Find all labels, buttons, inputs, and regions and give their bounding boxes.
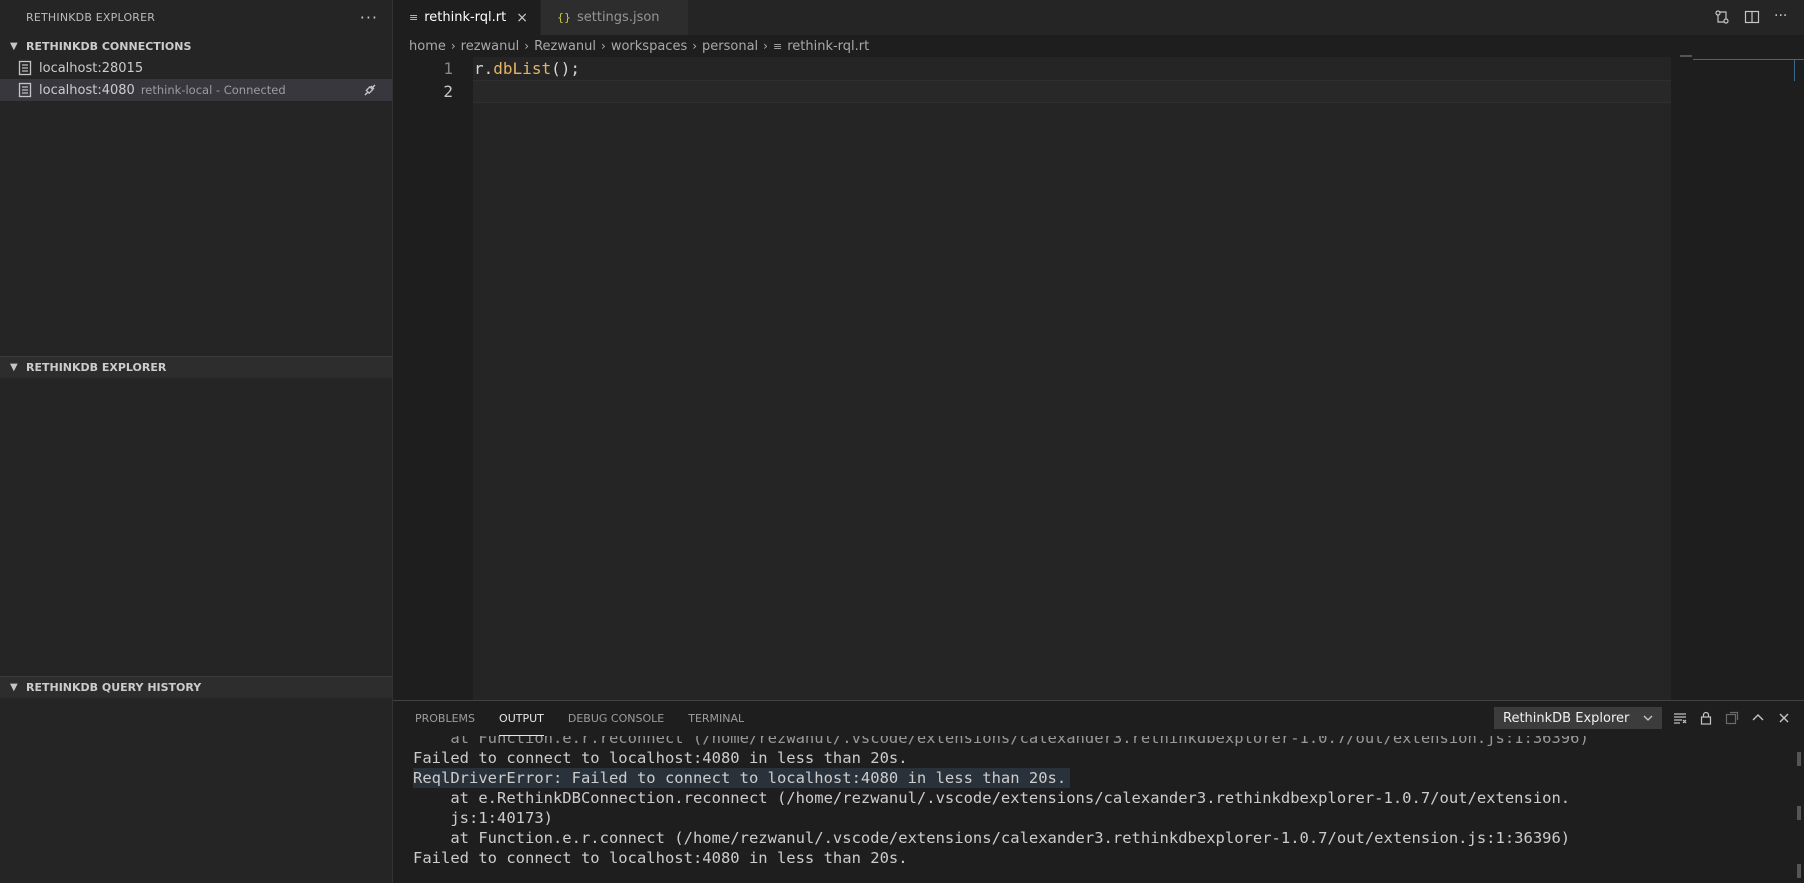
tab-label: rethink-rql.rt — [424, 10, 507, 25]
connection-label: localhost:28015 — [39, 60, 144, 76]
more-actions-icon[interactable]: ··· — [360, 8, 378, 27]
chevron-up-icon[interactable] — [1750, 710, 1766, 726]
editor-actions: ··· — [1714, 9, 1790, 25]
sidebar: RETHINKDB EXPLORER ··· ▼ RETHINKDB CONNE… — [0, 0, 393, 883]
tab-debug-console[interactable]: DEBUG CONSOLE — [568, 701, 664, 736]
chevron-right-icon: › — [692, 39, 698, 53]
tab-output[interactable]: OUTPUT — [499, 701, 544, 736]
section-explorer-header[interactable]: ▼ RETHINKDB EXPLORER — [0, 356, 392, 378]
chevron-down-icon: ▼ — [10, 40, 18, 52]
code-line[interactable]: r.dbList(); — [473, 57, 1671, 80]
server-icon — [18, 60, 32, 76]
close-icon[interactable] — [1776, 710, 1792, 726]
scrollbar-marker — [1797, 864, 1801, 878]
tab-problems[interactable]: PROBLEMS — [415, 701, 475, 736]
section-connections-header[interactable]: ▼ RETHINKDB CONNECTIONS — [0, 35, 392, 57]
code-lines[interactable]: r.dbList(); — [473, 57, 1671, 700]
json-icon: {} — [556, 11, 571, 24]
clear-output-icon[interactable] — [1672, 710, 1688, 726]
output-line: at e.RethinkDBConnection.reconnect (/hom… — [413, 789, 1571, 807]
chevron-down-icon: ▼ — [10, 682, 18, 693]
connection-label: localhost:4080 — [39, 82, 135, 98]
editor-scrollbar[interactable] — [1794, 59, 1804, 81]
code-token-dot: . — [483, 59, 494, 78]
output-line: js:1:40173) — [413, 809, 553, 827]
tab-label: settings.json — [576, 10, 660, 25]
file-icon: ≡ — [772, 39, 783, 53]
chevron-right-icon: › — [524, 39, 530, 53]
chevron-down-icon: ▼ — [10, 362, 18, 373]
editor-tabbar: ≡ rethink-rql.rt × {} settings.json ··· — [393, 0, 1804, 35]
bottom-panel: PROBLEMS OUTPUT DEBUG CONSOLE TERMINAL R… — [393, 700, 1804, 883]
line-number: 1 — [443, 59, 453, 78]
more-actions-icon[interactable]: ··· — [1774, 9, 1790, 25]
lock-icon[interactable] — [1698, 710, 1714, 726]
breadcrumb-item[interactable]: rezwanul — [461, 39, 520, 54]
line-number: 2 — [443, 82, 453, 101]
breadcrumb-item[interactable]: rethink-rql.rt — [787, 39, 869, 54]
output-line: Failed to connect to localhost:4080 in l… — [413, 749, 908, 767]
disconnect-plug-icon[interactable] — [362, 82, 378, 98]
editor-area: ≡ rethink-rql.rt × {} settings.json ··· … — [393, 0, 1804, 700]
line-number-gutter: 1 2 — [393, 57, 473, 103]
open-log-file-icon[interactable] — [1724, 710, 1740, 726]
overview-ruler — [1693, 59, 1804, 60]
split-editor-icon[interactable] — [1744, 9, 1760, 25]
scrollbar-marker — [1797, 752, 1801, 766]
section-explorer-title: RETHINKDB EXPLORER — [26, 361, 167, 374]
scrollbar-marker — [1797, 806, 1801, 820]
breadcrumb-item[interactable]: Rezwanul — [534, 39, 596, 54]
panel-actions: RethinkDB Explorer — [1494, 707, 1792, 729]
output-view[interactable]: at Function.e.r.reconnect (/home/rezwanu… — [393, 736, 1804, 883]
section-history-title: RETHINKDB QUERY HISTORY — [26, 681, 202, 694]
output-channel-value: RethinkDB Explorer — [1503, 710, 1630, 726]
code-editor[interactable]: 1 2 r.dbList(); — [393, 55, 1804, 700]
minimap[interactable] — [1680, 55, 1692, 57]
close-icon[interactable]: × — [516, 10, 528, 26]
tab-settings-json[interactable]: {} settings.json — [540, 0, 689, 35]
sidebar-header: RETHINKDB EXPLORER ··· — [0, 0, 392, 35]
code-token-function: dbList — [493, 59, 552, 78]
output-line: at Function.e.r.connect (/home/rezwanul/… — [413, 829, 1571, 847]
sidebar-title: RETHINKDB EXPLORER — [26, 11, 156, 24]
compare-changes-icon[interactable] — [1714, 9, 1730, 25]
output-scrollbar[interactable] — [1794, 746, 1804, 883]
chevron-down-icon — [1643, 715, 1653, 721]
output-line: Failed to connect to localhost:4080 in l… — [413, 849, 908, 867]
breadcrumb-item[interactable]: home — [409, 39, 446, 54]
code-token-object: r — [474, 59, 484, 78]
connection-item[interactable]: localhost:4080 rethink-local - Connected — [0, 79, 392, 101]
section-history-header[interactable]: ▼ RETHINKDB QUERY HISTORY — [0, 676, 392, 698]
breadcrumb: home › rezwanul › Rezwanul › workspaces … — [393, 35, 1804, 57]
file-icon: ≡ — [409, 11, 419, 24]
chevron-right-icon: › — [763, 39, 768, 53]
chevron-right-icon: › — [601, 39, 606, 53]
tab-rethink-rql[interactable]: ≡ rethink-rql.rt × — [393, 0, 541, 35]
server-icon — [18, 82, 32, 98]
breadcrumb-item[interactable]: workspaces — [611, 39, 687, 54]
connection-description: rethink-local - Connected — [140, 83, 286, 97]
chevron-right-icon: › — [450, 39, 456, 53]
connection-item[interactable]: localhost:28015 — [0, 57, 392, 79]
output-line: at Function.e.r.reconnect (/home/rezwanu… — [413, 736, 1589, 747]
breadcrumb-item[interactable]: personal — [702, 39, 758, 54]
code-line-current[interactable] — [473, 80, 1671, 103]
output-line-highlighted: ReqlDriverError: Failed to connect to lo… — [413, 768, 1071, 788]
panel-tabs: PROBLEMS OUTPUT DEBUG CONSOLE TERMINAL R… — [393, 701, 1804, 736]
output-channel-select[interactable]: RethinkDB Explorer — [1494, 707, 1662, 729]
section-connections-title: RETHINKDB CONNECTIONS — [26, 39, 192, 53]
tab-terminal[interactable]: TERMINAL — [688, 701, 744, 736]
code-token-punct: (); — [551, 59, 580, 78]
